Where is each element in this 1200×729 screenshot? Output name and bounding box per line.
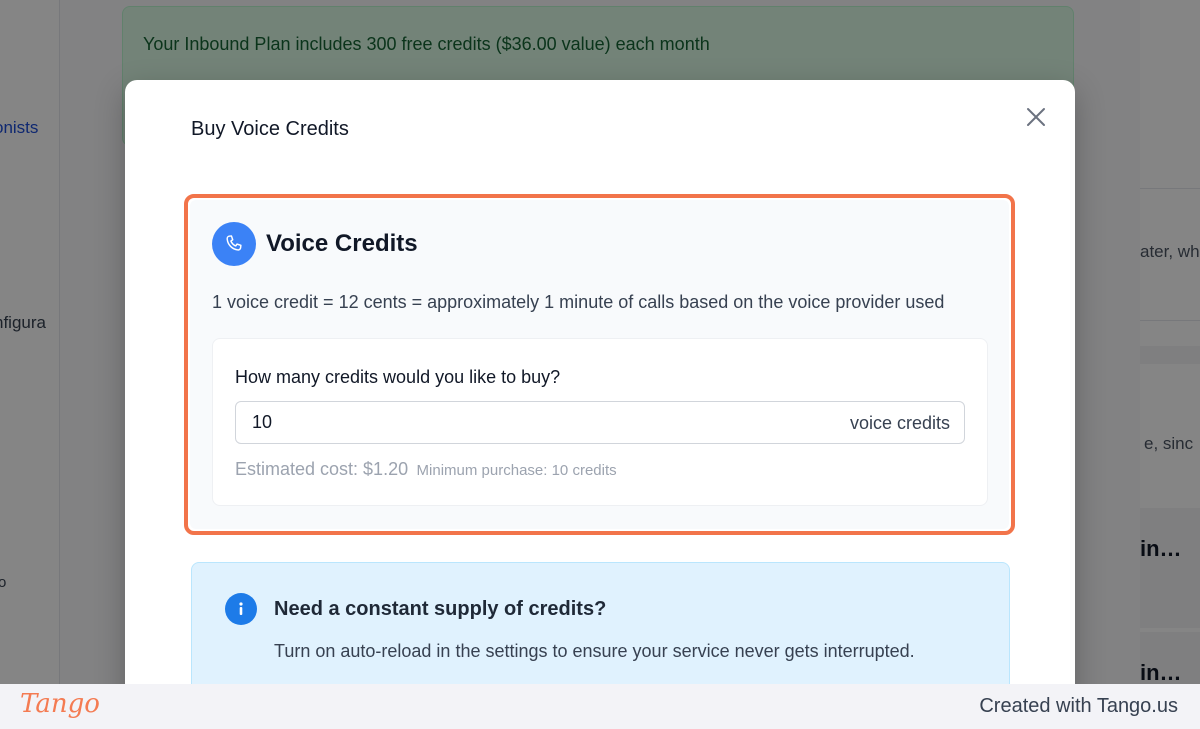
tango-logo[interactable]: Tango xyxy=(20,689,100,719)
info-title: Need a constant supply of credits? xyxy=(274,598,607,620)
close-icon xyxy=(1027,108,1045,126)
buy-voice-credits-modal: Buy Voice Credits Voice Credits 1 voice … xyxy=(125,80,1075,729)
info-icon xyxy=(225,593,257,625)
tango-credit-text: Created with Tango.us xyxy=(979,695,1178,717)
modal-title: Buy Voice Credits xyxy=(191,118,349,140)
info-description: Turn on auto-reload in the settings to e… xyxy=(274,641,915,661)
close-button[interactable] xyxy=(1023,104,1049,130)
highlight-frame xyxy=(184,194,1015,535)
tango-footer: Tango Created with Tango.us xyxy=(0,684,1200,729)
